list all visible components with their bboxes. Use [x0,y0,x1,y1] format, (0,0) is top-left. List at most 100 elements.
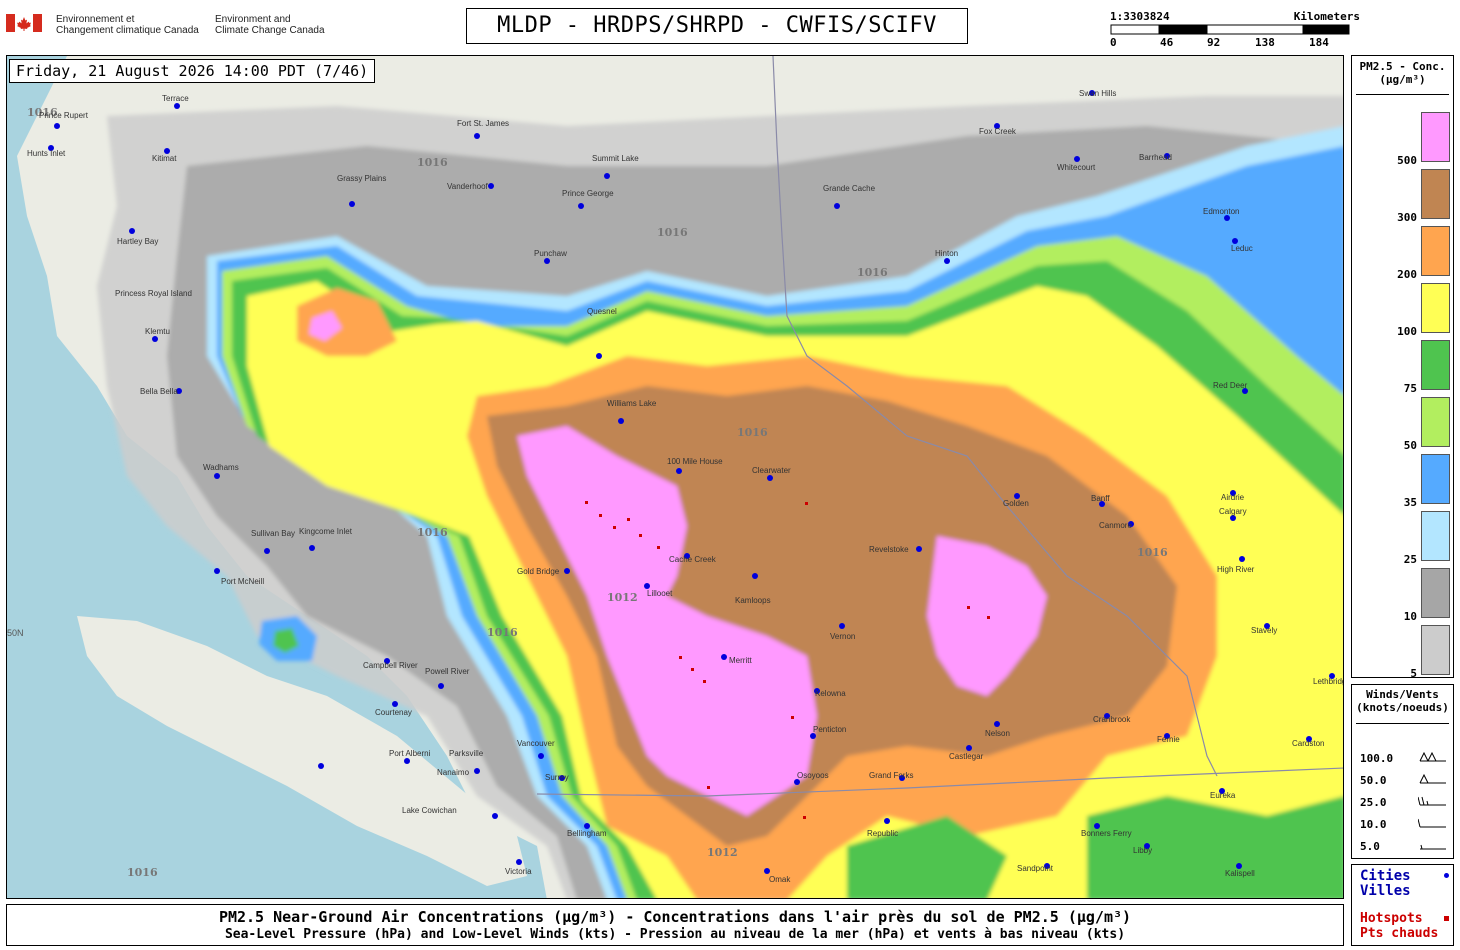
svg-text:Kelowna: Kelowna [815,689,846,698]
svg-text:Penticton: Penticton [813,725,846,734]
svg-text:Grassy Plains: Grassy Plains [337,174,386,183]
wind-barb-10-icon [1418,818,1446,828]
isobar-label: 1016 [737,426,768,439]
footer-line1: PM2.5 Near-Ground Air Concentrations (µg… [218,908,1132,926]
isobar-label: 1016 [487,626,518,639]
legend-swatch [1421,454,1450,504]
svg-text:Terrace: Terrace [162,94,189,103]
scale-tick-4: 184 [1309,36,1329,49]
dept-fr-line2: Changement climatique Canada [56,25,199,36]
svg-text:Whitecourt: Whitecourt [1057,163,1096,172]
pm25-legend: PM2.5 - Conc. (µg/m³) 500 300 200 100 75 50 35… [1351,55,1454,680]
scale-unit: Kilometers [1293,10,1360,23]
svg-text:Leduc: Leduc [1231,244,1253,253]
city-surrey[interactable]: Surrey [545,773,569,782]
svg-text:Swan Hills: Swan Hills [1079,89,1116,98]
svg-text:Edmonton: Edmonton [1203,207,1239,216]
city-barrhead[interactable]: Barrhead [1139,153,1172,162]
city-bella-bella[interactable]: Bella Bella [140,387,182,396]
scale-ratio: 1:3303824 [1110,10,1170,23]
city-princess-royal-island[interactable]: Princess Royal Island [115,289,192,298]
svg-text:Castlegar: Castlegar [949,752,984,761]
svg-text:Grande Cache: Grande Cache [823,184,876,193]
wind-value-25: 25.0 [1360,796,1387,809]
map-title: MLDP - HRDPS/SHRPD - CWFIS/SCIFV [466,8,968,44]
svg-text:Lake Cowichan: Lake Cowichan [402,806,457,815]
svg-text:Stavely: Stavely [1251,626,1277,635]
legend-divider [1356,94,1449,95]
city-swan-hills[interactable]: Swan Hills [1079,89,1116,98]
svg-text:Hartley Bay: Hartley Bay [117,237,158,246]
forecast-timestamp: Friday, 21 August 2026 14:00 PDT (7/46) [9,59,376,83]
city-grand-forks[interactable]: Grand Forks [869,771,913,781]
city-sandpoint[interactable]: Sandpoint [1017,863,1054,873]
wind-value-100: 100.0 [1360,752,1394,765]
svg-text:Revelstoke: Revelstoke [869,545,909,554]
header: Environnement et Changement climatique C… [0,0,1460,52]
map-key: Cities Villes Hotspots Pts chauds [1351,864,1454,946]
svg-text:Wadhams: Wadhams [203,463,239,472]
city-kelowna[interactable]: Kelowna [814,688,846,698]
svg-text:Fernie: Fernie [1157,735,1180,744]
legend-value: 5 [1410,667,1417,680]
isobar-label: 1016 [857,266,888,279]
legend-value: 300 [1397,211,1417,224]
legend-swatch [1421,511,1450,561]
svg-text:Libby: Libby [1133,846,1152,855]
svg-text:Grand Forks: Grand Forks [869,771,913,780]
legend-title-line2: (µg/m³) [1379,73,1426,86]
svg-text:Hinton: Hinton [935,249,958,258]
svg-text:Bella Bella: Bella Bella [140,387,178,396]
pm25-region-southeast [1087,796,1343,898]
wind-value-5: 5.0 [1360,840,1380,853]
svg-text:Quesnel: Quesnel [587,307,617,316]
wind-value-10: 10.0 [1360,818,1387,831]
legend-swatch [1421,112,1450,162]
city-cranbrook[interactable]: Cranbrook [1093,713,1131,724]
svg-text:Red Deer: Red Deer [1213,381,1248,390]
svg-text:100 Mile House: 100 Mile House [667,457,723,466]
department-name-en: Environment and Climate Change Canada [215,14,325,36]
scale-bar: 1:3303824 Kilometers 0 46 92 138 184 [1110,10,1360,50]
isobar-label: 1016 [657,226,688,239]
svg-text:Barrhead: Barrhead [1139,153,1172,162]
svg-text:Kamloops: Kamloops [735,596,771,605]
svg-text:Republic: Republic [867,829,898,838]
legend-value: 50 [1403,439,1417,452]
city-cache-creek[interactable]: Cache Creek [669,553,717,564]
scale-tick-2: 92 [1207,36,1221,49]
city-fernie[interactable]: Fernie [1157,733,1180,744]
isobar-label: 1016 [417,526,448,539]
svg-text:Bellingham: Bellingham [567,829,607,838]
legend-value: 10 [1403,610,1417,623]
scale-bar-graphic [1110,24,1350,35]
legend-value: 35 [1403,496,1417,509]
svg-text:Princess Royal Island: Princess Royal Island [115,289,192,298]
svg-text:Osoyoos: Osoyoos [797,771,829,780]
wind-value-50: 50.0 [1360,774,1387,787]
svg-text:Omak: Omak [769,875,791,884]
svg-text:Fort St. James: Fort St. James [457,119,509,128]
scale-tick-0: 0 [1110,36,1117,49]
city-vanderhoof[interactable]: Vanderhoof [447,182,494,191]
wind-barb-5-icon [1420,844,1446,850]
svg-text:Eureka: Eureka [1210,791,1236,800]
svg-text:Airdrie: Airdrie [1221,493,1245,502]
wind-barb-icons [1418,751,1446,850]
svg-text:Clearwater: Clearwater [752,466,791,475]
legend-value: 100 [1397,325,1417,338]
dept-fr-line1: Environnement et [56,14,135,25]
isobar-label: 1016 [1137,546,1168,559]
svg-text:Cranbrook: Cranbrook [1093,715,1131,724]
dept-en-line1: Environment and [215,14,291,25]
hotspot-square-icon [1444,916,1449,921]
wind-title-line1: Winds/Vents [1366,688,1439,701]
svg-text:Nanaimo: Nanaimo [437,768,470,777]
legend-swatch [1421,625,1450,675]
svg-text:Vernon: Vernon [830,632,855,641]
smoke-forecast-map[interactable]: 1016 1016 1016 1016 1016 1016 1016 1016 … [6,55,1344,899]
isobar-label: 1016 [417,156,448,169]
city-canmore[interactable]: Canmore [1099,521,1134,530]
isobar-label: 1012 [707,846,738,859]
svg-text:Bonners Ferry: Bonners Ferry [1081,829,1132,838]
